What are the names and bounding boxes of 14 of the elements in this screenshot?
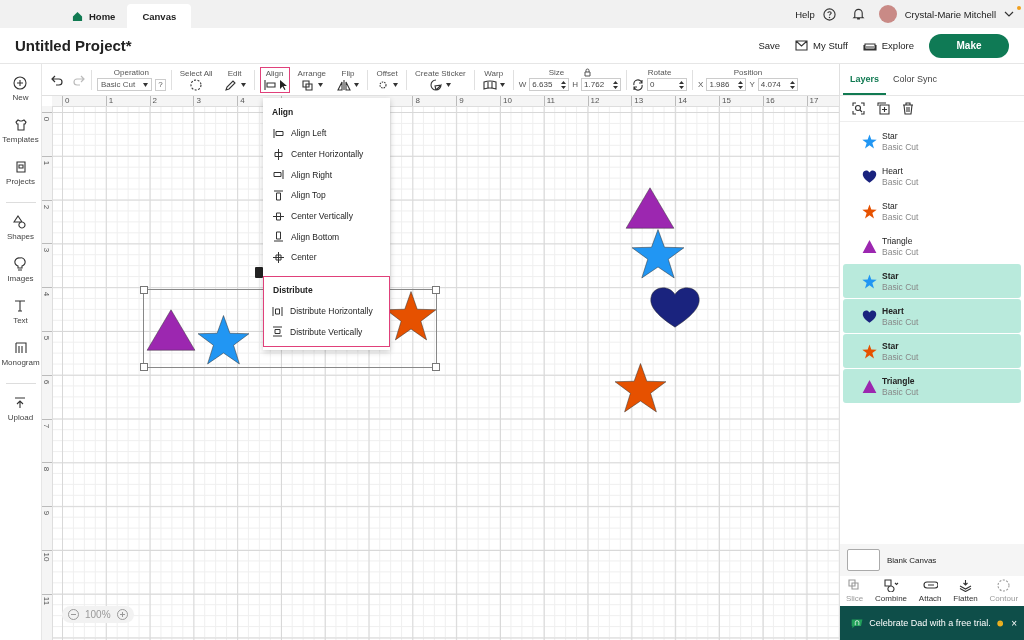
position-label: Position [733, 68, 763, 77]
axis-label: H [572, 80, 579, 89]
project-title: Untitled Project* [15, 37, 132, 54]
banner-text: Celebrate Dad with a free trial. [869, 618, 991, 628]
operation-label: Operation [113, 68, 149, 77]
axis-label: X [698, 80, 704, 89]
menu-heading: Distribute [272, 283, 314, 297]
menu-heading: Align [271, 106, 295, 119]
blank-canvas-label: Blank Canvas [887, 555, 937, 565]
axis-label: Y [749, 80, 755, 89]
size-label: Size [548, 68, 565, 77]
rotate-label: Rotate [647, 68, 672, 77]
axis-label: W [518, 80, 527, 89]
vertical-ruler: 0 1 2 3 4 5 6 7 8 9 10 11 [42, 106, 53, 640]
